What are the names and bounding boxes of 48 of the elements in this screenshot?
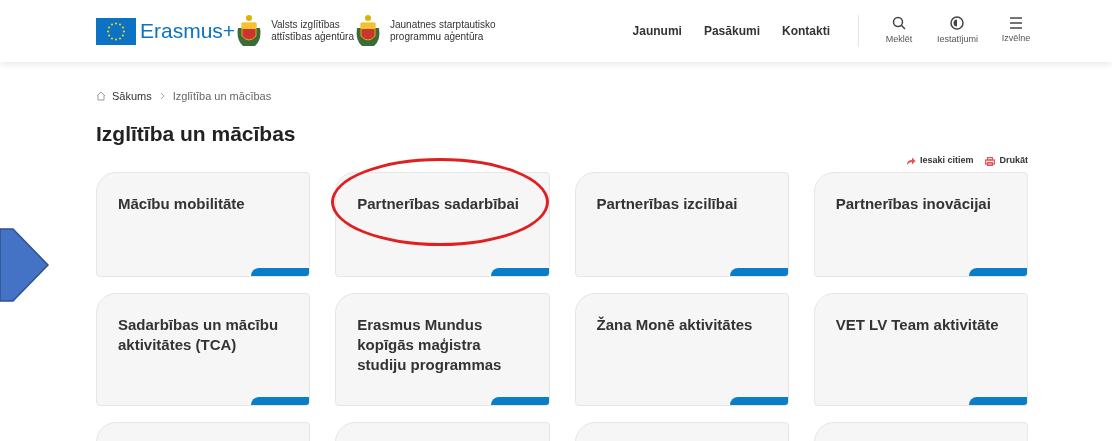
card-tab [251,268,310,276]
search-button[interactable]: Meklēt [879,15,919,47]
nav-link[interactable]: Jaunumi [632,22,682,40]
nav-link[interactable]: Pasākumi [703,22,760,40]
contrast-button[interactable]: Iestatījumi [937,15,978,47]
category-card[interactable]: Partnerības sadarbībai [335,172,550,277]
print-link[interactable]: Drukāt [985,154,1028,168]
logo-text: Erasmus+ [140,18,236,45]
card-title: VET LV Team aktivitāte [834,315,1000,335]
card-tab [969,268,1027,276]
home-icon [96,91,106,101]
agency-name: programmu aģentūra [389,31,484,43]
contrast-icon [950,15,965,30]
eu-flag-icon [96,17,136,45]
card-title: Sadarbības un mācību aktivitātes (TCA) [117,315,280,355]
card-tab [490,397,549,405]
category-card[interactable]: Partnerības inovācijai [813,172,1028,277]
page-title: Izglītība un mācības [96,121,297,147]
card-tab [490,268,549,276]
search-icon [892,15,906,30]
category-card[interactable]: VET LV Team aktivitāte [813,293,1028,406]
card-title: Žana Monē aktivitātes [595,315,754,335]
category-card[interactable]: Žana Monē aktivitātes [574,293,789,406]
category-card[interactable]: Sadarbības un mācību aktivitātes (TCA) [96,293,311,406]
breadcrumb-link[interactable]: Sākums [112,87,152,105]
card-title: Erasmus Mundus kopīgās maģistra studiju programmas [356,315,503,375]
card-title: Partnerības sadarbībai [356,194,520,214]
card-title: Partnerības izcilībai [595,194,739,214]
agency-name: Jaunatnes starptautisko [389,19,496,31]
category-card[interactable]: Mācību mobilitāte [96,172,311,277]
agency-name: Valsts izglītības [271,19,340,31]
printer-icon [985,156,996,166]
chevron-icon [159,92,165,100]
card-title: Partnerības inovācijai [834,194,992,214]
share-arrow-icon [905,157,916,165]
agency-name: attīstības aģentūra [271,31,354,43]
breadcrumb-link[interactable]: Izglītība un mācības [172,87,272,105]
share-link[interactable]: Iesaki citiem [905,154,974,168]
card-title: Mācību mobilitāte [117,194,246,214]
menu-button[interactable]: Izvēlne [996,16,1036,46]
category-card[interactable]: Partnerības izcilībai [574,172,789,277]
card-tab [251,397,310,405]
menu-icon [1009,16,1023,29]
category-card[interactable]: Erasmus Mundus kopīgās maģistra studiju programmas [335,293,550,406]
card-tab [729,397,788,405]
card-tab [729,268,788,276]
card-tab [969,397,1027,405]
nav-link[interactable]: Kontakti [782,22,830,40]
